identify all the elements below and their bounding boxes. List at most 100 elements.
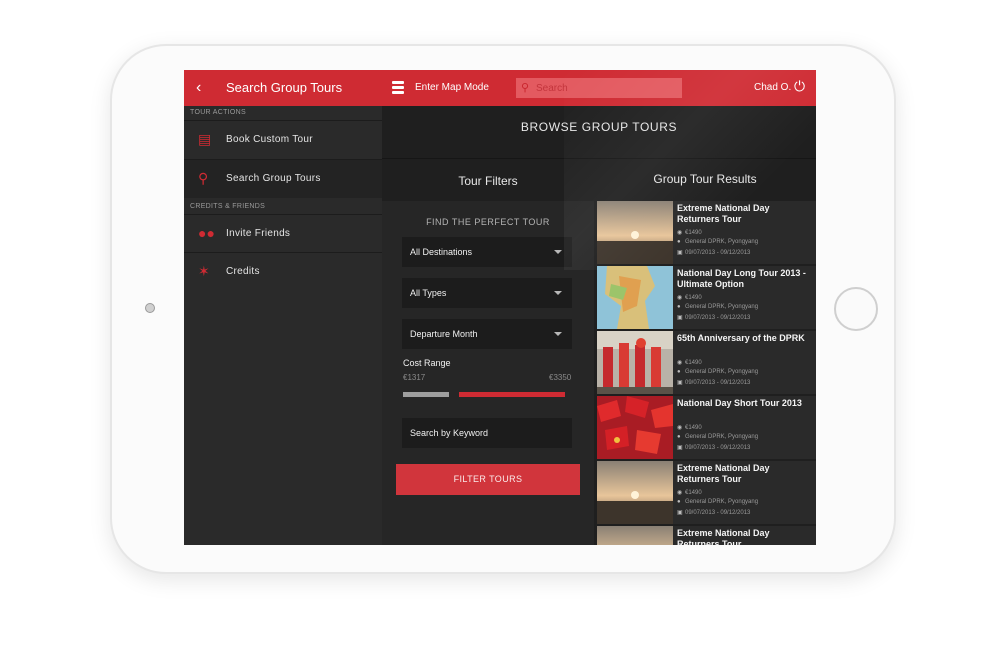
results-title: Group Tour Results [653,172,757,186]
chevron-left-icon[interactable]: ‹ [196,79,201,97]
result-title: 65th Anniversary of the DPRK [677,333,805,343]
calendar-icon: ▣ [677,380,683,386]
user-name[interactable]: Chad O. [754,82,791,93]
result-price: ◉ €1490 [677,490,702,496]
sidebar: TOUR ACTIONS ▤ Book Custom Tour ⚲ Search… [184,106,382,545]
map-mode-button[interactable]: Enter Map Mode [415,82,489,93]
result-thumbnail [597,461,673,524]
main-panel: BROWSE GROUP TOURS Tour Filters Group To… [382,106,816,545]
result-item[interactable]: Extreme National Day Returners Tour ◉ €14… [597,461,816,524]
range-slider-left[interactable] [403,392,449,397]
star-icon: ✶ [198,263,210,279]
result-thumbnail [597,396,673,459]
result-dates: ▣ 09/07/2013 - 09/12/2013 [677,510,751,516]
result-price: ◉ €1490 [677,295,702,301]
sidebar-item-search-group-tours[interactable]: ⚲ Search Group Tours [184,159,382,198]
result-price: ◉ €1490 [677,360,702,366]
result-dates: ▣ 09/07/2013 - 09/12/2013 [677,380,751,386]
result-thumbnail [597,331,673,394]
sidebar-item-credits[interactable]: ✶ Credits [184,252,382,291]
search-input[interactable] [536,80,676,96]
caret-down-icon [554,250,562,254]
sidebar-item-label: Search Group Tours [226,173,321,184]
range-slider-right[interactable] [459,392,565,397]
result-thumbnail [597,266,673,329]
result-title: Extreme National Day Returners Tour [677,463,770,484]
find-tour-label: FIND THE PERFECT TOUR [426,217,550,227]
calendar-icon: ▣ [677,445,683,451]
result-title: National Day Short Tour 2013 [677,398,802,408]
price-icon: ◉ [677,490,683,496]
select-value: All Types [410,288,447,298]
search-box[interactable]: ⚲ [516,78,682,98]
keyword-input[interactable] [402,418,572,448]
sidebar-item-label: Credits [226,266,260,277]
result-dates: ▣ 09/07/2013 - 09/12/2013 [677,445,751,451]
people-icon: ●● [198,225,215,241]
cost-max-value: €3350 [549,373,572,382]
result-location: ● General DPRK, Pyongyang [677,434,759,440]
search-icon: ⚲ [521,82,530,94]
filter-tours-button[interactable]: FILTER TOURS [396,464,580,495]
result-dates: ▣ 09/07/2013 - 09/12/2013 [677,315,751,321]
filters-title: Tour Filters [458,174,518,188]
section-label-credits-friends: CREDITS & FRIENDS [190,203,266,210]
sidebar-item-label: Book Custom Tour [226,134,313,145]
location-pin-icon: ● [677,239,681,245]
browse-header: BROWSE GROUP TOURS [520,120,678,134]
section-label-tour-actions: TOUR ACTIONS [190,109,246,116]
result-price: ◉ €1490 [677,425,702,431]
cost-min-value: €1317 [403,373,426,382]
result-location: ● General DPRK, Pyongyang [677,239,759,245]
sidebar-item-label: Invite Friends [226,228,291,239]
result-thumbnail [597,526,673,545]
price-icon: ◉ [677,360,683,366]
sidebar-item-book-custom-tour[interactable]: ▤ Book Custom Tour [184,120,382,159]
search-icon: ⚲ [198,170,209,186]
camera-dot [145,303,155,313]
location-pin-icon: ● [677,369,681,375]
select-value: All Destinations [410,247,473,257]
result-item[interactable]: Extreme National Day Returners Tour [597,526,816,545]
results-list: Extreme National Day Returners Tour ◉ €14… [597,201,816,545]
book-icon: ▤ [198,131,212,147]
calendar-icon: ▣ [677,250,683,256]
result-location: ● General DPRK, Pyongyang [677,499,759,505]
calendar-icon: ▣ [677,315,683,321]
result-item[interactable]: National Day Short Tour 2013 ◉ €1490 ● Gen… [597,396,816,459]
result-title: Extreme National Day Returners Tour [677,203,770,224]
price-icon: ◉ [677,230,683,236]
location-pin-icon: ● [677,499,681,505]
result-title: Extreme National Day Returners Tour [677,528,770,545]
result-item[interactable]: Extreme National Day Returners Tour ◉ €14… [597,201,816,264]
result-item[interactable]: 65th Anniversary of the DPRK ◉ €1490 ● Gen… [597,331,816,394]
price-icon: ◉ [677,295,683,301]
filters-panel: FIND THE PERFECT TOUR All Destinations A… [382,201,594,545]
result-item[interactable]: National Day Long Tour 2013 - Ultimate O… [597,266,816,329]
caret-down-icon [554,332,562,336]
app-screen: ‹ Search Group Tours Enter Map Mode ⚲ Ch… [184,70,816,545]
header-divider [382,158,816,159]
result-dates: ▣ 09/07/2013 - 09/12/2013 [677,250,751,256]
types-select[interactable]: All Types [402,278,572,308]
location-pin-icon: ● [677,304,681,310]
caret-down-icon [554,291,562,295]
location-pin-icon: ● [677,434,681,440]
power-icon[interactable]: ⏻ [794,78,805,95]
departure-month-select[interactable]: Departure Month [402,319,572,349]
result-location: ● General DPRK, Pyongyang [677,369,759,375]
destinations-select[interactable]: All Destinations [402,237,572,267]
select-value: Departure Month [410,329,478,339]
calendar-icon: ▣ [677,510,683,516]
map-mode-icon[interactable] [392,81,404,95]
price-icon: ◉ [677,425,683,431]
top-bar: ‹ Search Group Tours Enter Map Mode ⚲ Ch… [184,70,816,106]
result-thumbnail [597,201,673,264]
sidebar-item-invite-friends[interactable]: ●● Invite Friends [184,214,382,253]
result-location: ● General DPRK, Pyongyang [677,304,759,310]
cost-range-label: Cost Range [403,358,451,368]
home-button[interactable] [834,287,878,331]
result-title: National Day Long Tour 2013 - Ultimate O… [677,268,806,289]
result-price: ◉ €1490 [677,230,702,236]
page-title: Search Group Tours [226,80,343,95]
